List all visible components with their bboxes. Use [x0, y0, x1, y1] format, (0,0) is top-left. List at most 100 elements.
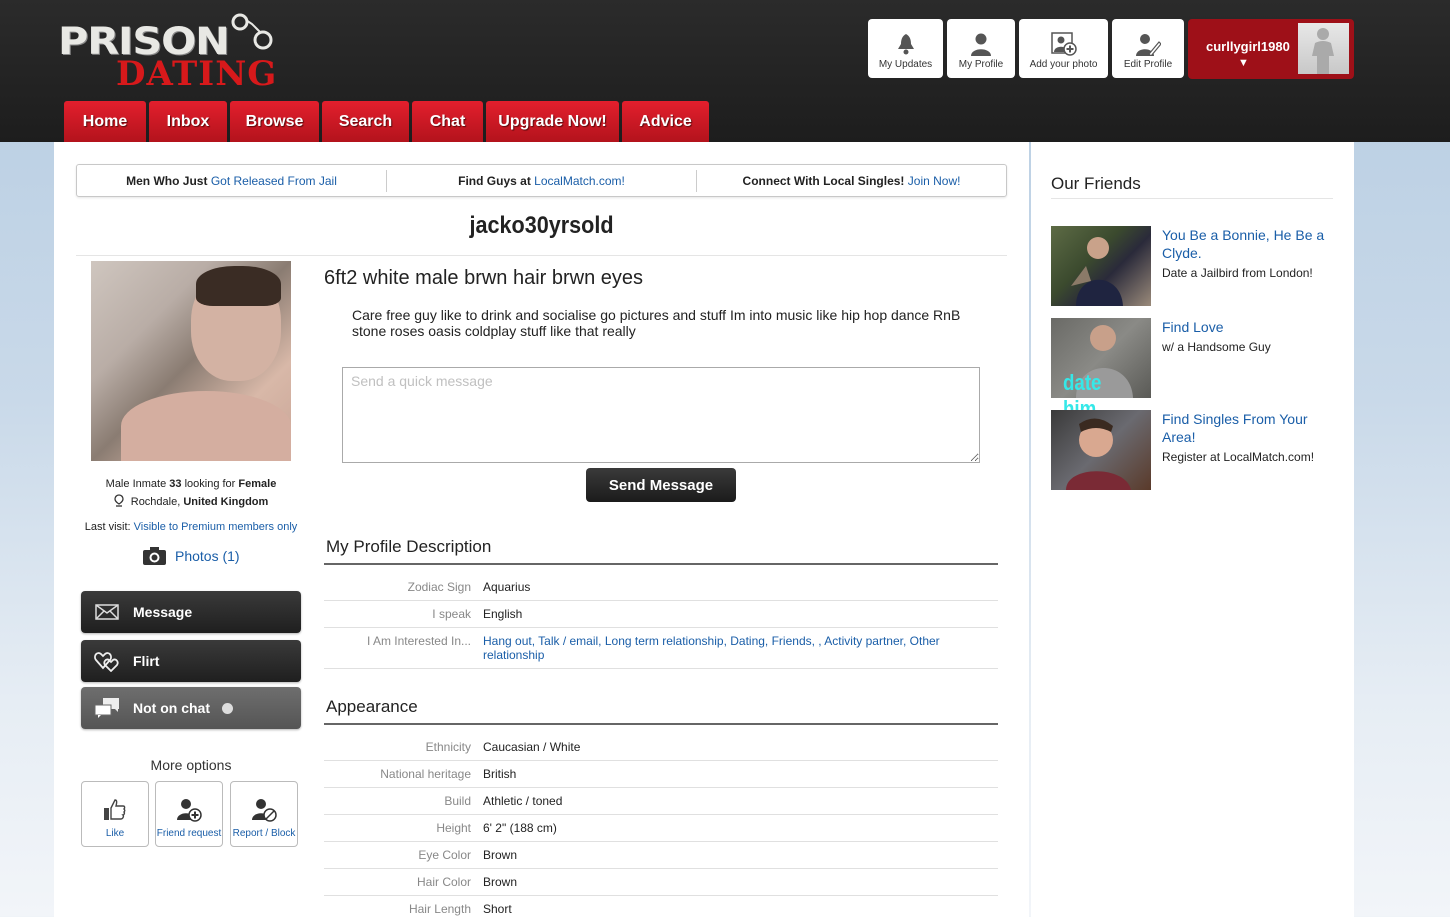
detail-key: I Am Interested In...: [366, 634, 471, 648]
quick-message-input[interactable]: [342, 367, 980, 463]
promo-text: Connect With Local Singles!: [742, 173, 908, 188]
looking-for: Female: [238, 478, 277, 490]
photos-link[interactable]: Photos (1): [142, 546, 240, 566]
detail-row: Ethnicity Caucasian / White: [324, 734, 998, 761]
friend-ad[interactable]: date him Find Love w/ a Handsome Guy: [1051, 318, 1341, 421]
chat-bubbles-icon: [94, 698, 119, 718]
chat-status-button[interactable]: Not on chat: [81, 687, 301, 729]
my-updates-label: My Updates: [878, 59, 933, 70]
friend-ad-image: [1051, 226, 1151, 306]
edit-profile-button[interactable]: Edit Profile: [1112, 19, 1184, 78]
detail-key: Hair Color: [416, 875, 471, 889]
profile-headline: 6ft2 white male brwn hair brwn eyes: [324, 267, 644, 289]
country: United Kingdom: [183, 496, 269, 508]
friends-sidebar: Our Friends You Be a Bonnie, He Be a Cly…: [1031, 142, 1354, 917]
user-menu[interactable]: curllygirl1980 ▼: [1188, 19, 1354, 79]
friend-request-button[interactable]: Friend request: [155, 781, 223, 847]
last-visit: Last visit: Visible to Premium members o…: [76, 521, 306, 533]
detail-value: Short: [483, 902, 512, 916]
detail-row: Zodiac Sign Aquarius: [324, 574, 998, 601]
promo-link[interactable]: LocalMatch.com!: [534, 174, 625, 188]
friend-ad-subtitle: Date a Jailbird from London!: [1162, 266, 1313, 280]
camera-icon: [143, 547, 166, 565]
detail-row: Height 6' 2" (188 cm): [324, 815, 998, 842]
interests-links[interactable]: Hang out, Talk / email, Long term relati…: [483, 634, 940, 662]
profile-location: Rochdale, United Kingdom: [76, 494, 306, 508]
detail-row: Hair Length Short: [324, 896, 998, 917]
nav-upgrade[interactable]: Upgrade Now!: [486, 101, 619, 142]
my-updates-button[interactable]: My Updates: [868, 19, 943, 78]
detail-value: 6' 2" (188 cm): [483, 821, 557, 835]
current-username: curllygirl1980: [1206, 39, 1290, 54]
add-photo-button[interactable]: Add your photo: [1019, 19, 1108, 78]
nav-home[interactable]: Home: [64, 101, 146, 142]
friend-ad-image: [1051, 410, 1151, 490]
age: 33: [169, 478, 182, 490]
thumbs-up-icon: [104, 799, 126, 820]
handcuffs-icon: [231, 13, 273, 50]
gender: Male: [105, 478, 130, 490]
nav-inbox[interactable]: Inbox: [149, 101, 227, 142]
friend-ad-subtitle: w/ a Handsome Guy: [1162, 340, 1271, 354]
role: Inmate: [132, 478, 167, 490]
section-rule: [324, 723, 998, 725]
add-friend-icon: [177, 799, 202, 822]
last-visit-link[interactable]: Visible to Premium members only: [134, 521, 298, 533]
friend-ad-title: Find Love: [1162, 319, 1224, 335]
detail-value: Caucasian / White: [483, 740, 581, 754]
nav-browse[interactable]: Browse: [230, 101, 319, 142]
message-button[interactable]: Message: [81, 591, 301, 633]
send-message-button[interactable]: Send Message: [586, 468, 736, 502]
promo-text: Men Who Just: [126, 173, 211, 188]
detail-row: I Am Interested In... Hang out, Talk / e…: [324, 628, 998, 669]
add-photo-icon: [1050, 32, 1077, 56]
profile-about: Care free guy like to drink and socialis…: [352, 307, 961, 339]
report-block-label: Report / Block: [232, 828, 296, 839]
profile-photo[interactable]: [91, 261, 291, 461]
user-avatar: [1298, 23, 1349, 74]
promo-link[interactable]: Got Released From Jail: [211, 174, 337, 188]
last-visit-label: Last visit:: [84, 521, 131, 533]
flirt-label: Flirt: [133, 653, 160, 669]
like-button[interactable]: Like: [81, 781, 149, 847]
detail-key: Build: [444, 794, 471, 808]
detail-row: Hair Color Brown: [324, 869, 998, 896]
section-title-description: My Profile Description: [326, 537, 492, 556]
detail-key: Eye Color: [418, 848, 471, 862]
promo-bar: Men Who Just Got Released From Jail Find…: [76, 164, 1007, 197]
profile-username: jacko30yrsold: [469, 212, 614, 239]
my-profile-label: My Profile: [958, 59, 1004, 70]
my-profile-button[interactable]: My Profile: [947, 19, 1015, 78]
divider: [1051, 198, 1333, 199]
detail-row: Build Athletic / toned: [324, 788, 998, 815]
looking-for-label: looking for: [184, 478, 236, 490]
detail-key: Hair Length: [408, 902, 471, 916]
main-content: Men Who Just Got Released From Jail Find…: [54, 142, 1029, 917]
nav-chat[interactable]: Chat: [412, 101, 483, 142]
divider: [76, 255, 1007, 256]
friend-ad-title: Find Singles From Your Area!: [1162, 411, 1308, 445]
flirt-button[interactable]: Flirt: [81, 640, 301, 682]
site-logo[interactable]: PRISON DATING: [58, 12, 278, 94]
offline-status-dot: [222, 702, 233, 714]
photo-hair: [196, 266, 281, 306]
detail-value: Brown: [483, 848, 518, 862]
detail-value: Brown: [483, 875, 518, 889]
add-photo-label: Add your photo: [1029, 59, 1098, 70]
friend-request-label: Friend request: [156, 828, 222, 839]
promo-link[interactable]: Join Now!: [908, 174, 961, 188]
promo-item: Connect With Local Singles! Join Now!: [697, 170, 1006, 192]
detail-key: Height: [436, 821, 471, 835]
envelope-icon: [95, 604, 119, 620]
nav-search[interactable]: Search: [322, 101, 409, 142]
like-label: Like: [105, 828, 125, 839]
promo-item: Find Guys at LocalMatch.com!: [387, 169, 697, 192]
detail-key: I speak: [432, 607, 471, 621]
more-options-title: More options: [150, 757, 232, 773]
hearts-icon: [94, 652, 119, 672]
detail-key: National heritage: [380, 767, 471, 781]
site-header: PRISON DATING My Updates My Profile Add …: [0, 0, 1450, 142]
main-nav: Home Inbox Browse Search Chat Upgrade No…: [64, 101, 709, 142]
nav-advice[interactable]: Advice: [622, 101, 709, 142]
report-block-button[interactable]: Report / Block: [230, 781, 298, 847]
